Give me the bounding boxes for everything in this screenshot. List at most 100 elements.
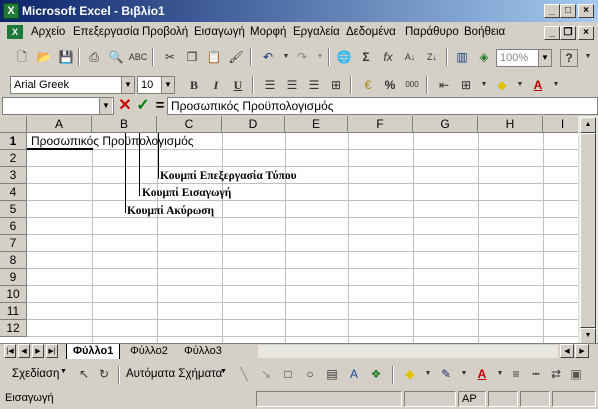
tab-sheet3[interactable]: Φύλλο3 [178, 344, 228, 359]
currency-icon[interactable]: € [358, 75, 378, 95]
close-button[interactable]: × [578, 4, 594, 18]
chevron-down-icon[interactable]: ▼ [121, 77, 134, 93]
redo-icon[interactable]: ↷ [292, 47, 312, 67]
align-center-icon[interactable]: ☰ [282, 75, 302, 95]
worksheet-grid[interactable]: A B C D E F G H I 1 2 3 4 5 6 7 8 9 10 1… [0, 116, 578, 343]
draw-fill-color-icon[interactable]: ◆ [400, 364, 420, 384]
paste-icon[interactable]: 📋 [204, 47, 224, 67]
shadow-icon[interactable]: ▣ [566, 364, 586, 384]
draw-menu-button[interactable]: Σχεδίαση [12, 368, 59, 380]
open-icon[interactable]: 📂 [34, 47, 54, 67]
drawing-toggle-icon[interactable]: ◈ [474, 47, 494, 67]
doc-close-button[interactable]: × [578, 26, 594, 40]
menu-data[interactable]: Δεδομένα [346, 25, 396, 40]
row-header[interactable]: 11 [0, 303, 27, 320]
doc-restore-button[interactable]: ❐ [560, 26, 576, 40]
select-objects-icon[interactable]: ↖ [74, 364, 94, 384]
print-icon[interactable]: ⎙ [84, 47, 104, 67]
row-header[interactable]: 9 [0, 269, 27, 286]
spelling-icon[interactable]: ABC [128, 47, 148, 67]
name-box[interactable] [2, 97, 114, 115]
maximize-button[interactable]: □ [560, 4, 576, 18]
fill-color-icon[interactable]: ◆ [492, 75, 512, 95]
scroll-down-icon[interactable]: ▼ [580, 328, 596, 344]
bold-button[interactable]: B [184, 75, 204, 95]
chevron-down-icon[interactable]: ▼ [99, 98, 112, 114]
arrow-style-icon[interactable]: ⇄ [546, 364, 566, 384]
workbook-icon[interactable]: X [7, 25, 23, 39]
prev-sheet-icon[interactable]: ◀ [18, 344, 30, 358]
format-painter-icon[interactable]: 🖌 [226, 47, 246, 67]
menu-file[interactable]: Αρχείο [31, 25, 65, 40]
menu-tools[interactable]: Εργαλεία [293, 25, 340, 40]
decrease-indent-icon[interactable]: ⇤ [434, 75, 454, 95]
underline-button[interactable]: U [228, 75, 248, 95]
redo-dropdown-icon[interactable]: ▼ [310, 47, 330, 67]
row-header[interactable]: 7 [0, 235, 27, 252]
last-sheet-icon[interactable]: ▶| [46, 344, 58, 358]
rectangle-icon[interactable]: □ [278, 364, 298, 384]
select-all-corner[interactable] [0, 116, 27, 133]
autoshapes-menu-button[interactable]: Αυτόματα Σχήματα [126, 368, 222, 380]
new-icon[interactable]: 🗋 [12, 47, 32, 67]
menu-help[interactable]: Βοήθεια [464, 25, 505, 40]
fill-dropdown-icon[interactable]: ▼ [510, 75, 530, 95]
column-header[interactable]: A [27, 116, 92, 133]
arrow-icon[interactable]: ↘ [256, 364, 276, 384]
cut-icon[interactable]: ✂ [160, 47, 180, 67]
column-header[interactable]: B [92, 116, 157, 133]
row-header[interactable]: 6 [0, 218, 27, 235]
scroll-up-icon[interactable]: ▲ [580, 117, 596, 133]
align-right-icon[interactable]: ☰ [304, 75, 324, 95]
chevron-down-icon[interactable]: ▼ [161, 77, 174, 93]
enter-icon[interactable]: ✓ [134, 96, 152, 116]
wordart-icon[interactable]: A [344, 364, 364, 384]
line-icon[interactable]: ╲ [234, 364, 254, 384]
line-color-icon[interactable]: ✎ [436, 364, 456, 384]
undo-icon[interactable]: ↶ [258, 47, 278, 67]
menu-window[interactable]: Παράθυρο [405, 25, 459, 40]
column-header[interactable]: G [413, 116, 478, 133]
row-header[interactable]: 8 [0, 252, 27, 269]
font-color-dropdown-icon[interactable]: ▼ [546, 75, 566, 95]
font-name-select[interactable]: Arial Greek [10, 76, 135, 94]
cell-a1[interactable]: Προσωπικός Προϋπολογισμός [31, 133, 194, 150]
draw-fill-dropdown-icon[interactable]: ▼ [418, 364, 438, 384]
column-header[interactable]: E [285, 116, 348, 133]
row-header[interactable]: 1 [0, 133, 27, 150]
edit-formula-button[interactable]: = [152, 96, 168, 116]
borders-icon[interactable]: ⊞ [456, 75, 476, 95]
oval-icon[interactable]: ○ [300, 364, 320, 384]
text-box-icon[interactable]: ▤ [322, 364, 342, 384]
line-style-icon[interactable]: ≡ [506, 364, 526, 384]
menu-edit[interactable]: Επεξεργασία [73, 25, 139, 40]
help-dropdown-icon[interactable]: ▼ [578, 47, 598, 67]
minimize-button[interactable]: _ [544, 4, 560, 18]
autoshapes-dropdown-icon[interactable]: ▼ [220, 368, 227, 375]
column-header[interactable]: C [157, 116, 222, 133]
tab-sheet2[interactable]: Φύλλο2 [124, 344, 174, 359]
scroll-thumb[interactable] [580, 133, 596, 328]
sort-descending-icon[interactable]: Z↓ [422, 47, 442, 67]
menu-insert[interactable]: Εισαγωγή [194, 25, 245, 40]
hyperlink-icon[interactable]: 🌐 [334, 47, 354, 67]
first-sheet-icon[interactable]: |◀ [4, 344, 16, 358]
line-color-dropdown-icon[interactable]: ▼ [454, 364, 474, 384]
tab-sheet1[interactable]: Φύλλο1 [66, 344, 121, 359]
function-icon[interactable]: fx [378, 47, 398, 67]
autosum-icon[interactable]: Σ [356, 47, 376, 67]
help-button[interactable]: ? [560, 49, 578, 67]
draw-dropdown-icon[interactable]: ▼ [60, 368, 67, 375]
dash-style-icon[interactable]: ┅ [526, 364, 546, 384]
menu-format[interactable]: Μορφή [250, 25, 286, 40]
draw-font-color-icon[interactable]: A [472, 364, 492, 384]
row-header[interactable]: 2 [0, 150, 27, 167]
doc-minimize-button[interactable]: _ [544, 26, 560, 40]
horizontal-scrollbar[interactable] [258, 345, 558, 358]
font-color-icon[interactable]: A [528, 75, 548, 95]
row-header[interactable]: 10 [0, 286, 27, 303]
menu-view[interactable]: Προβολή [142, 25, 188, 40]
sort-ascending-icon[interactable]: A↓ [400, 47, 420, 67]
column-header[interactable]: I [543, 116, 578, 133]
thousands-button[interactable]: 000 [402, 75, 422, 95]
